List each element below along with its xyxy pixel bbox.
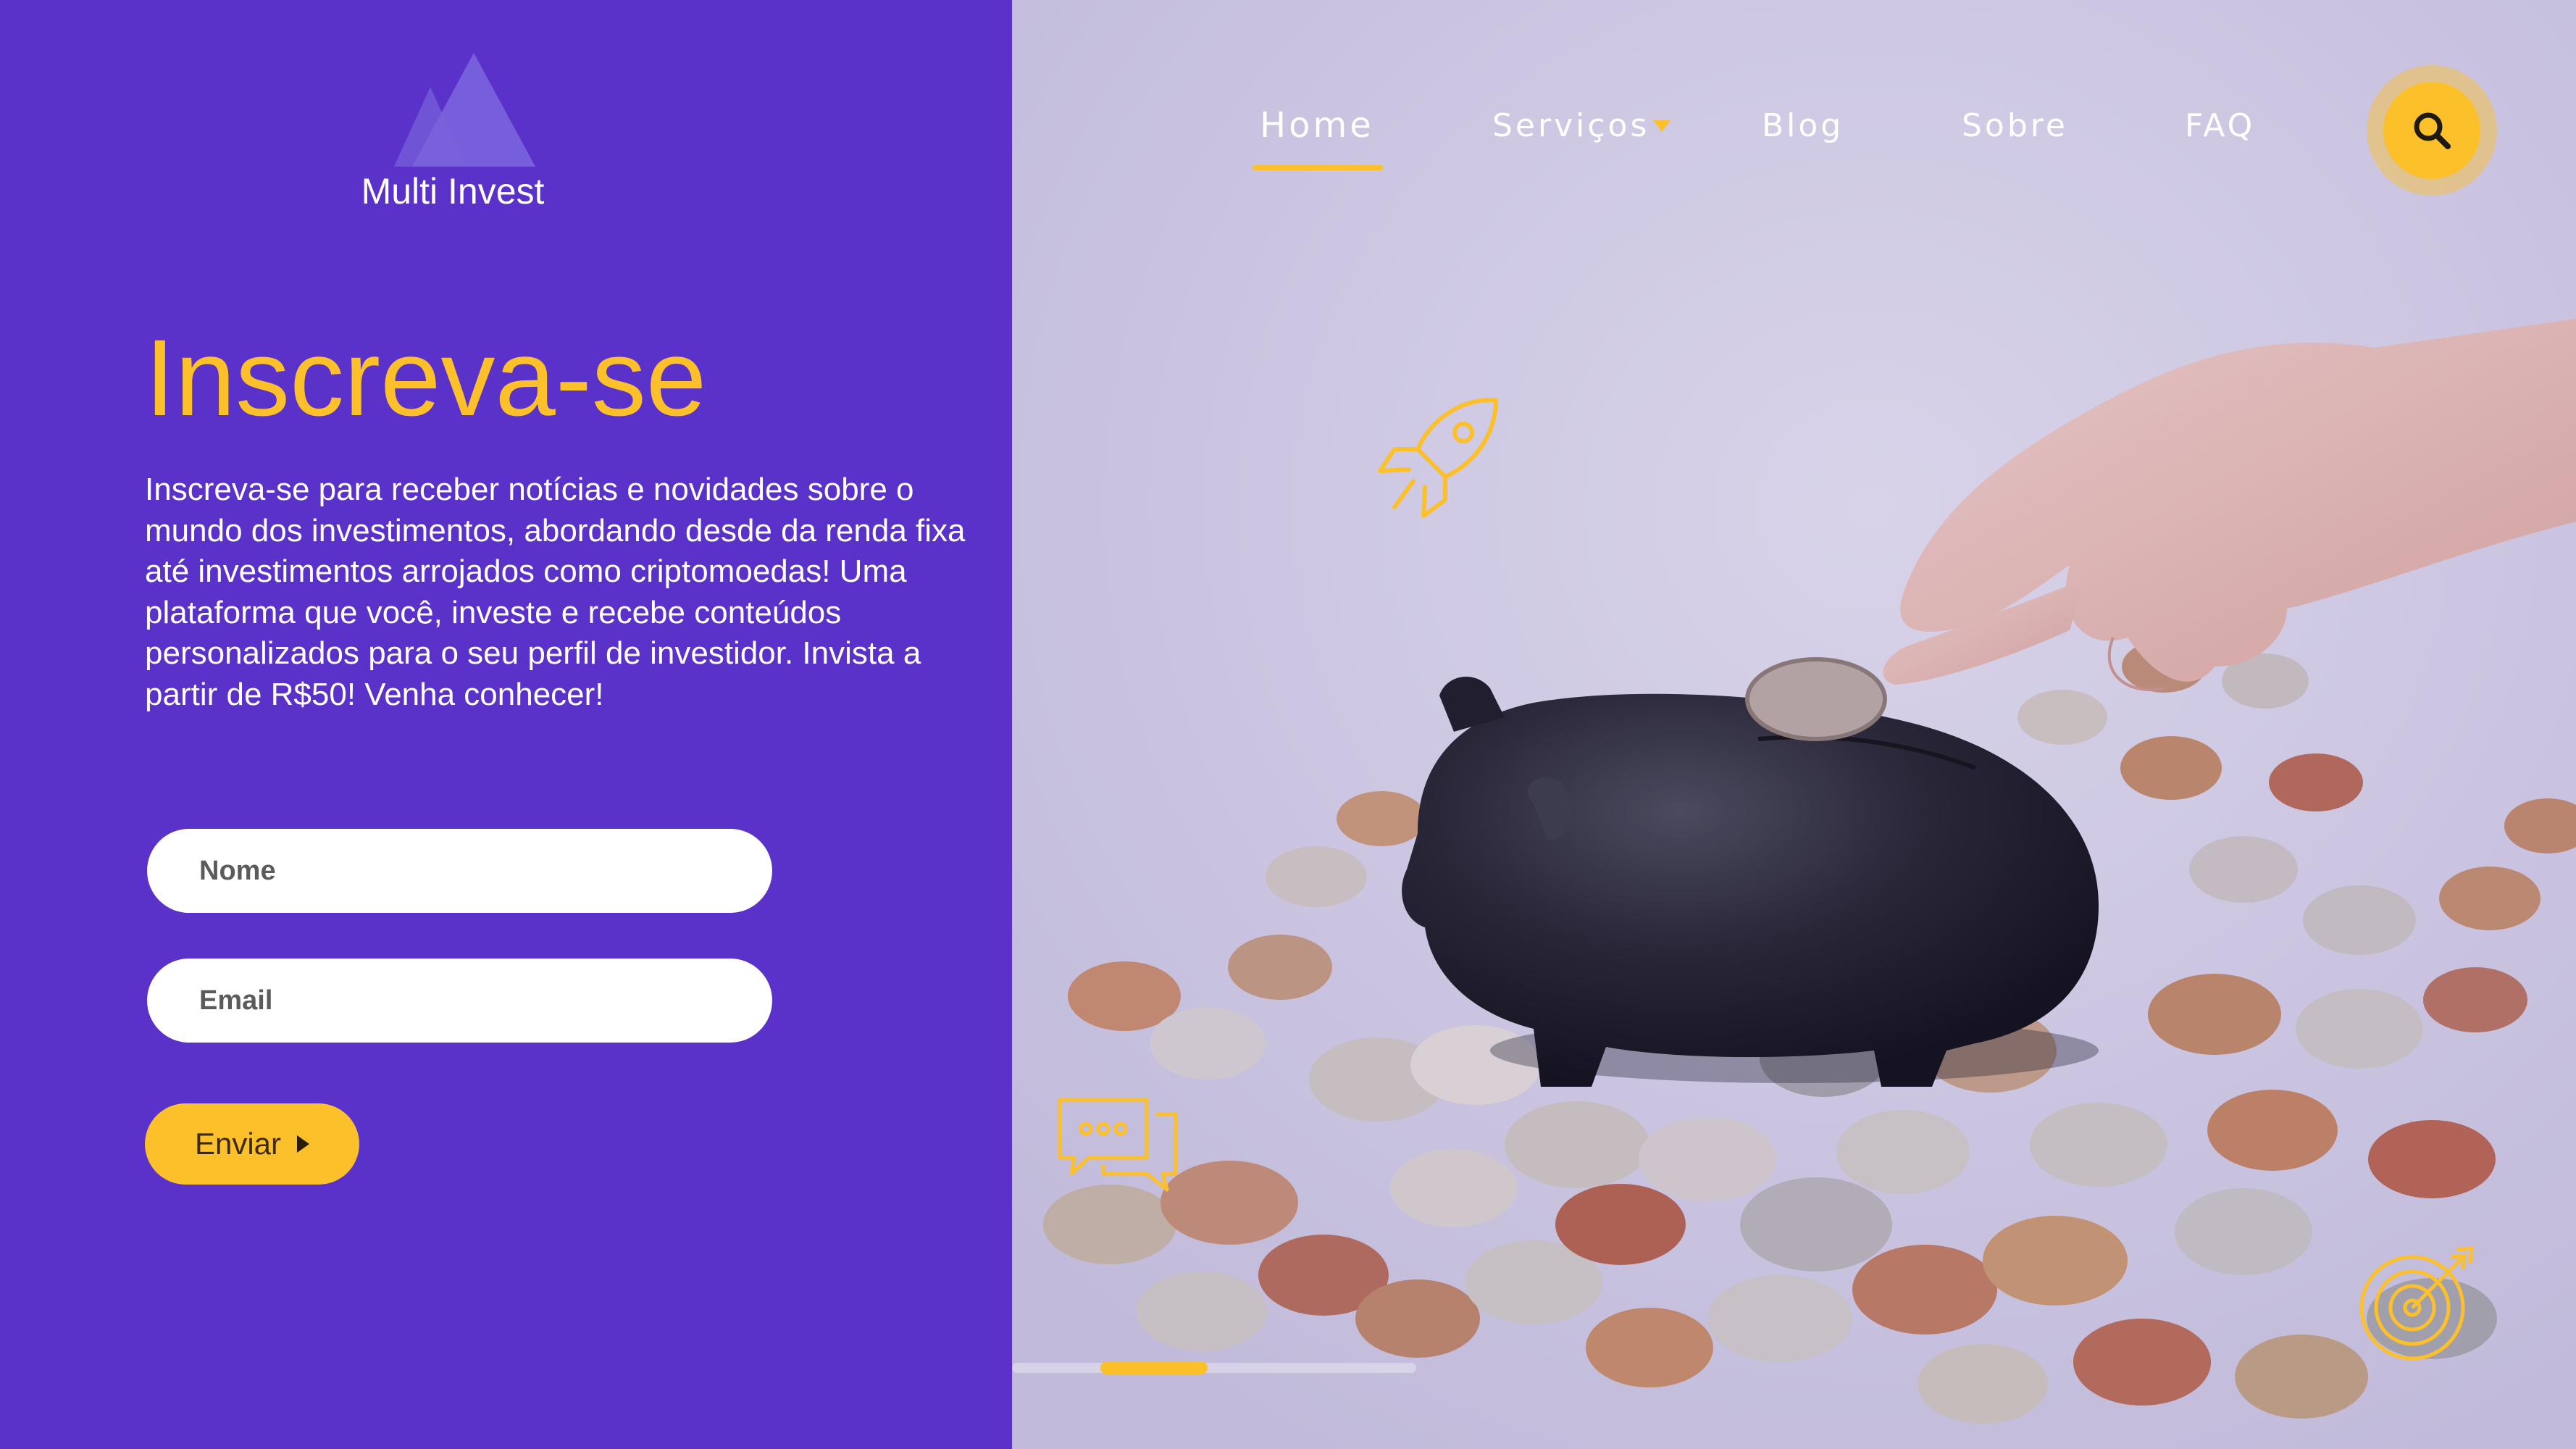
rocket-icon — [1378, 397, 1498, 518]
email-input[interactable] — [147, 959, 772, 1043]
carousel-pager-track[interactable] — [1012, 1363, 1416, 1373]
piggy-bank-photo — [1012, 0, 2576, 1449]
nav-item-faq[interactable]: FAQ — [2185, 107, 2255, 144]
nav-item-sobre[interactable]: Sobre — [1962, 107, 2068, 144]
hero-image-panel: Home Serviços Blog Sobre FAQ — [1012, 0, 2576, 1449]
chat-bubbles-icon — [1058, 1098, 1178, 1192]
search-button[interactable] — [2383, 82, 2480, 179]
submit-button[interactable]: Enviar — [145, 1103, 359, 1185]
play-arrow-icon — [297, 1135, 310, 1153]
target-icon — [2359, 1246, 2474, 1361]
nav-item-servicos[interactable]: Serviços — [1492, 107, 1649, 144]
logo[interactable]: Multi Invest — [355, 47, 551, 221]
chevron-down-icon[interactable] — [1653, 120, 1670, 132]
signup-panel: Multi Invest Inscreva-se Inscreva-se par… — [0, 0, 1012, 1449]
description-text: Inscreva-se para receber notícias e novi… — [145, 472, 966, 712]
submit-button-label: Enviar — [194, 1127, 282, 1161]
carousel-pager-active[interactable] — [1100, 1361, 1208, 1374]
mountain-logo-icon — [394, 53, 535, 167]
active-indicator — [1253, 165, 1383, 170]
name-input[interactable] — [147, 829, 772, 913]
nav-item-home[interactable]: Home — [1260, 105, 1374, 146]
nav-item-blog[interactable]: Blog — [1762, 107, 1844, 144]
search-icon — [2414, 112, 2451, 149]
brand-name: Multi Invest — [361, 171, 545, 212]
page-title: Inscreva-se — [145, 317, 707, 438]
